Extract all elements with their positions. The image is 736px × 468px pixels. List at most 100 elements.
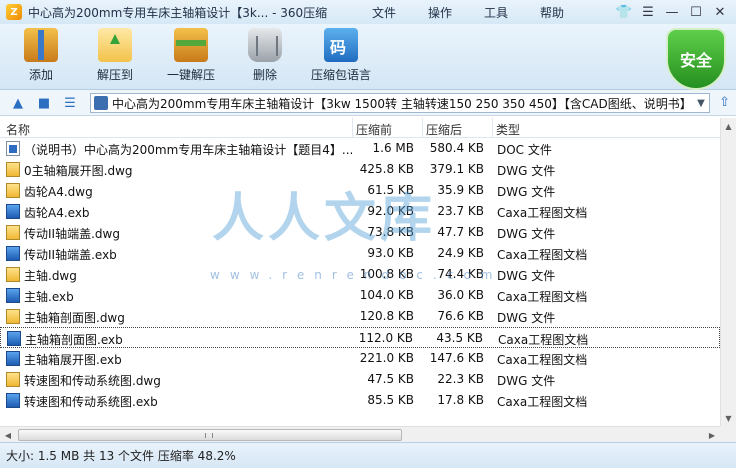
dwg-file-icon [6, 225, 20, 240]
scroll-left-icon[interactable]: ◀ [0, 427, 16, 443]
table-row[interactable]: 主轴.dwg 100.8 KB 74.4 KB DWG 文件 [0, 264, 720, 285]
go-up-icon[interactable]: ⇧ [719, 95, 730, 110]
encoding-icon [324, 28, 358, 62]
file-name: 主轴.exb [24, 290, 74, 304]
delete-label: 删除 [252, 68, 277, 82]
doc-file-icon [6, 141, 20, 156]
delete-button[interactable]: 删除 [230, 28, 300, 83]
extract-label: 解压到 [96, 68, 133, 82]
menu-help[interactable]: 帮助 [540, 4, 564, 21]
path-field[interactable]: 中心高为200mm专用车床主轴箱设计【3kw 1500转 主轴转速150 250… [90, 93, 710, 113]
vertical-scrollbar[interactable]: ▲ ▼ [720, 118, 736, 426]
file-size: 425.8 KB [359, 162, 414, 176]
table-row[interactable]: 传动II轴端盖.exb 93.0 KB 24.9 KB Caxa工程图文档 [0, 243, 720, 264]
skin-icon[interactable]: 👕 [612, 2, 636, 22]
archive-language-button[interactable]: 压缩包语言 [306, 28, 376, 83]
file-compressed-size: 17.8 KB [437, 393, 484, 407]
table-row[interactable]: 主轴箱剖面图.dwg 120.8 KB 76.6 KB DWG 文件 [0, 306, 720, 327]
table-row[interactable]: 转速图和传动系统图.exb 85.5 KB 17.8 KB Caxa工程图文档 [0, 390, 720, 411]
large-icon-view-icon[interactable]: ■ [36, 95, 52, 111]
file-compressed-size: 580.4 KB [429, 141, 484, 155]
file-size: 120.8 KB [359, 309, 414, 323]
file-type: DWG 文件 [497, 185, 556, 199]
file-size: 221.0 KB [359, 351, 414, 365]
column-divider[interactable] [492, 118, 493, 138]
column-size[interactable]: 压缩前 [356, 121, 392, 138]
file-name: 主轴.dwg [24, 269, 77, 283]
file-size: 92.0 KB [367, 204, 414, 218]
trash-icon [248, 28, 282, 62]
table-row[interactable]: 主轴箱剖面图.exb 112.0 KB 43.5 KB Caxa工程图文档 [0, 327, 720, 348]
file-type: Caxa工程图文档 [497, 353, 588, 367]
file-compressed-size: 36.0 KB [437, 288, 484, 302]
file-compressed-size: 379.1 KB [429, 162, 484, 176]
add-button[interactable]: 添加 [6, 28, 76, 83]
column-type[interactable]: 类型 [496, 121, 520, 138]
menu-operate[interactable]: 操作 [428, 4, 452, 21]
dwg-file-icon [6, 183, 20, 198]
table-row[interactable]: （说明书）中心高为200mm专用车床主轴箱设计【题目4】.... 1.6 MB 58… [0, 138, 720, 159]
file-name: 转速图和传动系统图.exb [24, 395, 158, 409]
one-click-extract-button[interactable]: 一键解压 [156, 28, 226, 83]
dwg-file-icon [6, 309, 20, 324]
menu-file[interactable]: 文件 [372, 4, 396, 21]
security-shield-icon[interactable]: 安全 [666, 28, 726, 90]
column-divider[interactable] [352, 118, 353, 138]
menu-icon[interactable]: ☰ [636, 2, 660, 22]
file-size: 1.6 MB [372, 141, 414, 155]
horizontal-scroll-thumb[interactable] [18, 429, 402, 441]
folder-extract-icon [98, 28, 132, 62]
file-compressed-size: 24.9 KB [437, 246, 484, 260]
maximize-button[interactable]: ☐ [684, 2, 708, 22]
up-arrow-icon[interactable]: ▲ [10, 95, 26, 111]
column-compressed[interactable]: 压缩后 [426, 121, 462, 138]
status-text: 大小: 1.5 MB 共 13 个文件 压缩率 48.2% [6, 449, 236, 463]
file-type: Caxa工程图文档 [497, 290, 588, 304]
scroll-down-icon[interactable]: ▼ [721, 410, 736, 426]
dwg-file-icon [6, 267, 20, 282]
file-compressed-size: 23.7 KB [437, 204, 484, 218]
menu-tools[interactable]: 工具 [484, 4, 508, 21]
table-row[interactable]: 主轴.exb 104.0 KB 36.0 KB Caxa工程图文档 [0, 285, 720, 306]
column-name[interactable]: 名称 [6, 121, 30, 138]
lang-label: 压缩包语言 [310, 68, 371, 82]
minimize-button[interactable]: — [660, 2, 684, 22]
table-row[interactable]: 传动II轴端盖.dwg 73.8 KB 47.7 KB DWG 文件 [0, 222, 720, 243]
file-compressed-size: 76.6 KB [437, 309, 484, 323]
file-compressed-size: 35.9 KB [437, 183, 484, 197]
file-name: 主轴箱剖面图.exb [25, 333, 123, 347]
list-view-icon[interactable]: ☰ [62, 95, 78, 111]
file-type: Caxa工程图文档 [497, 248, 588, 262]
file-name: 主轴箱剖面图.dwg [24, 311, 125, 325]
dwg-file-icon [6, 162, 20, 177]
file-size: 47.5 KB [367, 372, 414, 386]
close-button[interactable]: ✕ [708, 2, 732, 22]
app-logo-icon: Z [6, 4, 22, 20]
file-size: 73.8 KB [367, 225, 414, 239]
table-row[interactable]: 齿轮A4.exb 92.0 KB 23.7 KB Caxa工程图文档 [0, 201, 720, 222]
column-divider[interactable] [422, 118, 423, 138]
file-compressed-size: 74.4 KB [437, 267, 484, 281]
file-type: Caxa工程图文档 [497, 206, 588, 220]
window-title: 中心高为200mm专用车床主轴箱设计【3k... - 360压缩 [28, 5, 328, 20]
file-name: 转速图和传动系统图.dwg [24, 374, 161, 388]
one-click-extract-icon [174, 28, 208, 62]
file-size: 85.5 KB [367, 393, 414, 407]
table-row[interactable]: 主轴箱展开图.exb 221.0 KB 147.6 KB Caxa工程图文档 [0, 348, 720, 369]
table-row[interactable]: 0主轴箱展开图.dwg 425.8 KB 379.1 KB DWG 文件 [0, 159, 720, 180]
address-bar: ▲ ■ ☰ 中心高为200mm专用车床主轴箱设计【3kw 1500转 主轴转速1… [0, 90, 736, 116]
file-name: 齿轮A4.exb [24, 206, 90, 220]
chevron-down-icon[interactable]: ▼ [693, 98, 709, 109]
file-type: DWG 文件 [497, 227, 556, 241]
dwg-file-icon [6, 372, 20, 387]
table-row[interactable]: 齿轮A4.dwg 61.5 KB 35.9 KB DWG 文件 [0, 180, 720, 201]
table-row[interactable]: 转速图和传动系统图.dwg 47.5 KB 22.3 KB DWG 文件 [0, 369, 720, 390]
extract-to-button[interactable]: 解压到 [80, 28, 150, 83]
grip-icon [205, 433, 213, 438]
horizontal-scrollbar[interactable]: ◀ ▶ [0, 426, 720, 442]
file-name: 0主轴箱展开图.dwg [24, 164, 133, 178]
path-text: 中心高为200mm专用车床主轴箱设计【3kw 1500转 主轴转速150 250… [112, 96, 693, 111]
scroll-up-icon[interactable]: ▲ [721, 118, 736, 134]
scroll-right-icon[interactable]: ▶ [704, 427, 720, 443]
file-type: DWG 文件 [497, 374, 556, 388]
